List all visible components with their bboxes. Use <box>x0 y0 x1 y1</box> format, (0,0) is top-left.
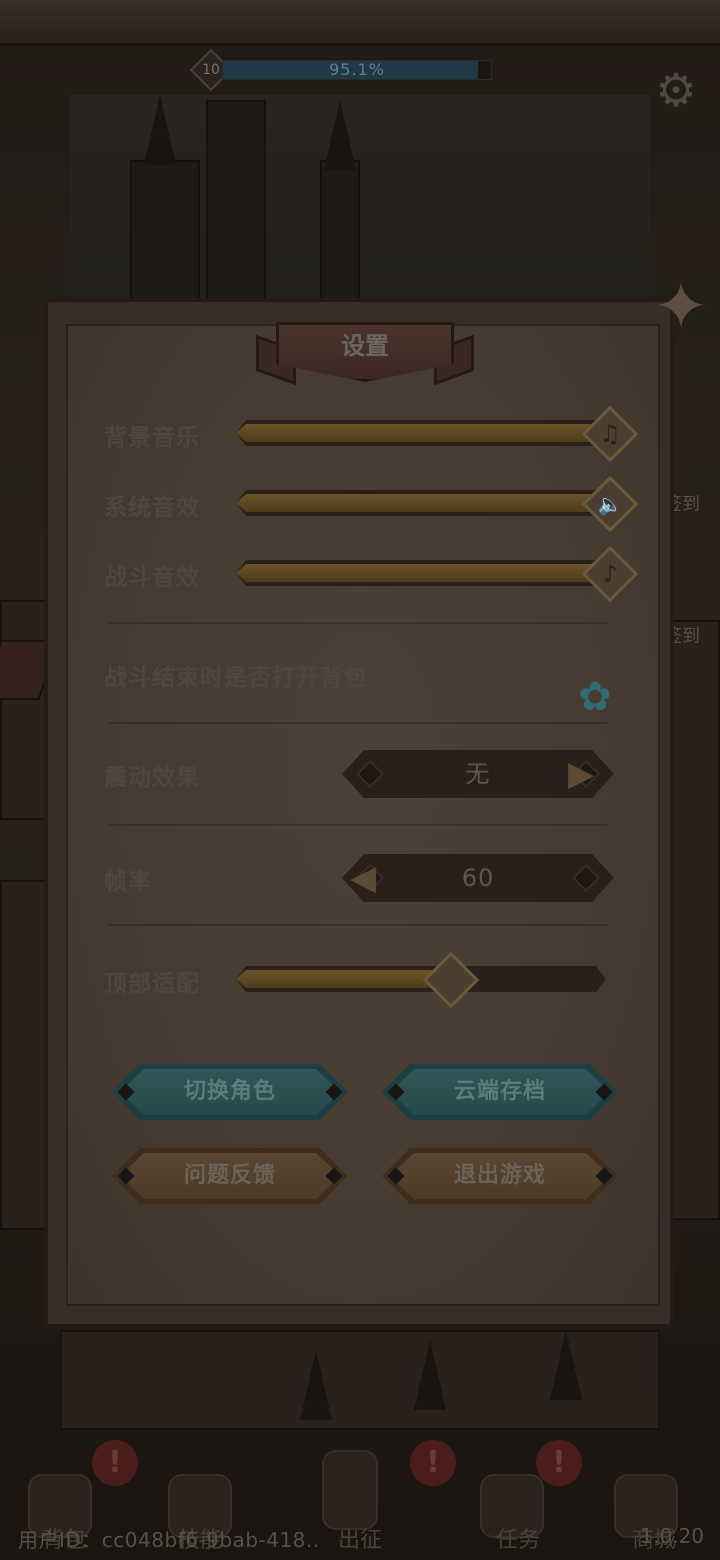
nav-item-tasks[interactable]: 任务 <box>468 1522 568 1554</box>
feedback-button[interactable]: 问题反馈 <box>112 1148 348 1204</box>
divider <box>108 722 608 724</box>
vibration-label: 震动效果 <box>104 765 200 791</box>
sfx-label: 系统音效 <box>104 495 200 521</box>
user-id: 用户ID：cc048bf6-9bab-418.. <box>18 1528 320 1552</box>
divider <box>108 924 608 926</box>
button-label: 切换角色 <box>183 1079 276 1104</box>
version-text: 1.0.20 <box>640 1524 704 1548</box>
battle-sfx-slider[interactable] <box>236 560 606 586</box>
music-note-icon: ♫ <box>599 420 621 448</box>
settings-dialog: 设置 背景音乐 ♫ 系统音效 🔈 战斗音效 ♪ 战斗结束时是否打开背包 ✿ 震动… <box>44 272 709 1328</box>
slider-fill <box>236 424 606 442</box>
divider <box>108 824 608 826</box>
nav-item-expedition[interactable]: 出征 <box>310 1522 410 1554</box>
framerate-label: 帧率 <box>104 869 152 895</box>
slider-fill <box>236 494 606 512</box>
divider <box>108 622 608 624</box>
top-frame <box>0 0 720 46</box>
progress-text: 95.1% <box>329 60 385 79</box>
arrow-right-icon[interactable]: ▶ <box>568 750 594 798</box>
top-adapt-slider[interactable] <box>236 966 606 992</box>
dialog-title: 设置 <box>341 332 389 360</box>
experience-bar: 10 95.1% <box>189 48 496 92</box>
star-close-icon[interactable]: ✦ <box>646 272 716 342</box>
framerate-selector[interactable]: 60 <box>342 854 614 902</box>
battle-sfx-label: 战斗音效 <box>104 565 200 591</box>
top-adapt-label: 顶部适配 <box>104 971 200 997</box>
eighth-note-icon: ♪ <box>602 560 618 588</box>
title-ribbon: 设置 <box>256 312 474 400</box>
settings-panel: 设置 背景音乐 ♫ 系统音效 🔈 战斗音效 ♪ 战斗结束时是否打开背包 ✿ 震动… <box>66 322 660 1306</box>
button-label: 退出游戏 <box>453 1163 546 1188</box>
button-label: 云端存档 <box>453 1079 546 1104</box>
cloud-save-button[interactable]: 云端存档 <box>382 1064 618 1120</box>
slider-fill <box>236 564 606 582</box>
sfx-slider[interactable] <box>236 490 606 516</box>
alert-icon: ! <box>92 1440 138 1486</box>
alert-icon: ! <box>410 1440 456 1486</box>
arrow-left-icon[interactable]: ◀ <box>350 854 376 902</box>
framerate-value: 60 <box>461 864 495 892</box>
open-bag-label: 战斗结束时是否打开背包 <box>104 665 368 691</box>
bgm-slider[interactable] <box>236 420 606 446</box>
speaker-icon: 🔈 <box>597 492 623 516</box>
quit-game-button[interactable]: 退出游戏 <box>382 1148 618 1204</box>
sword-icon[interactable] <box>322 1450 378 1530</box>
slider-fill <box>236 970 451 988</box>
button-label: 问题反馈 <box>183 1163 276 1188</box>
top-adapt-knob[interactable] <box>422 951 479 1009</box>
spirit-flame-icon[interactable]: ✿ <box>570 672 620 722</box>
switch-role-button[interactable]: 切换角色 <box>112 1064 348 1120</box>
bgm-label: 背景音乐 <box>104 425 200 451</box>
gear-icon[interactable]: ⚙ <box>650 64 702 116</box>
alert-icon: ! <box>536 1440 582 1486</box>
